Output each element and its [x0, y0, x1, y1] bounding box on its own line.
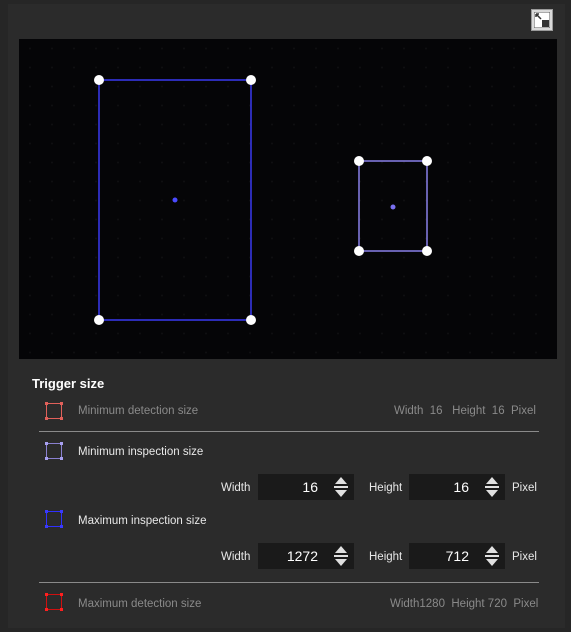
min-detection-label: Minimum detection size: [78, 405, 199, 417]
min-inspection-height-input[interactable]: 16: [409, 474, 479, 500]
min-detection-info: Width 16 Height 16 Pixel: [394, 405, 536, 417]
max-box-center-point: [172, 197, 178, 203]
triangle-up-icon: [335, 477, 347, 484]
resize-handle[interactable]: [94, 315, 104, 325]
min-inspection-width-spinner[interactable]: [328, 474, 354, 500]
spinner-down-button[interactable]: [328, 556, 354, 569]
max-inspection-label: Maximum inspection size: [78, 515, 207, 527]
min-inspection-color-icon: [45, 442, 63, 460]
triangle-down-icon: [335, 559, 347, 566]
max-detection-info: Width1280 Height 720 Pixel: [390, 598, 539, 610]
expand-view-button[interactable]: [531, 9, 553, 31]
divider: [39, 431, 539, 432]
divider: [39, 582, 539, 583]
max-inspection-color-icon: [45, 510, 63, 528]
max-inspection-width-spinner[interactable]: [328, 543, 354, 569]
triangle-down-icon: [486, 490, 498, 497]
spinner-down-button[interactable]: [479, 556, 505, 569]
spinner-down-button[interactable]: [479, 487, 505, 500]
min-inspection-box[interactable]: [354, 156, 432, 256]
max-inspection-unit: Pixel: [512, 551, 537, 563]
resize-handle[interactable]: [246, 75, 256, 85]
min-inspection-width-input[interactable]: 16: [258, 474, 328, 500]
section-title: Trigger size: [32, 376, 105, 391]
resize-handle[interactable]: [94, 75, 104, 85]
min-detection-color-icon: [45, 402, 63, 420]
spinner-down-button[interactable]: [328, 487, 354, 500]
resize-handle[interactable]: [354, 156, 364, 166]
max-inspection-width-input[interactable]: 1272: [258, 543, 328, 569]
min-inspection-width-label: Width: [221, 482, 251, 494]
triangle-up-icon: [486, 477, 498, 484]
max-inspection-box[interactable]: [94, 75, 256, 325]
triangle-up-icon: [486, 546, 498, 553]
resize-handle[interactable]: [354, 246, 364, 256]
triangle-down-icon: [486, 559, 498, 566]
max-detection-label: Maximum detection size: [78, 598, 202, 610]
triangle-up-icon: [335, 546, 347, 553]
min-box-center-point: [390, 204, 396, 210]
resize-handle[interactable]: [246, 315, 256, 325]
preview-viewport[interactable]: [19, 39, 557, 359]
resize-handle[interactable]: [422, 156, 432, 166]
resize-handle[interactable]: [422, 246, 432, 256]
min-inspection-height-label: Height: [369, 482, 403, 494]
max-detection-color-icon: [45, 593, 63, 611]
expand-view-icon: [534, 12, 550, 28]
max-inspection-width-label: Width: [221, 551, 251, 563]
min-inspection-height-spinner[interactable]: [479, 474, 505, 500]
triangle-down-icon: [335, 490, 347, 497]
max-inspection-height-label: Height: [369, 551, 403, 563]
min-inspection-unit: Pixel: [512, 482, 537, 494]
max-inspection-height-spinner[interactable]: [479, 543, 505, 569]
min-inspection-label: Minimum inspection size: [78, 446, 204, 458]
max-inspection-height-input[interactable]: 712: [409, 543, 479, 569]
